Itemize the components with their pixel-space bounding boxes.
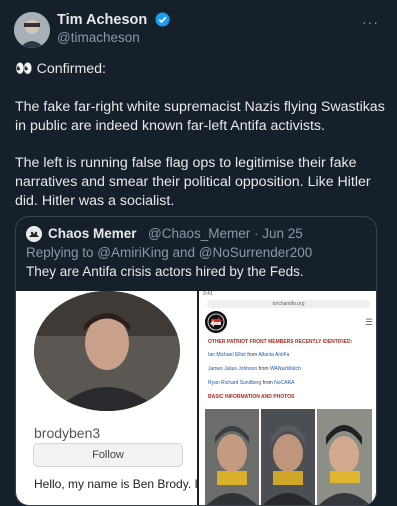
tweet-paragraph-1: 👀 Confirmed: xyxy=(15,60,387,79)
quote-author-avatar[interactable] xyxy=(26,226,42,242)
follow-button[interactable]: Follow xyxy=(33,443,183,467)
profile-photo xyxy=(34,291,180,411)
source-link[interactable]: NoCARA xyxy=(274,380,294,386)
member-name-link[interactable]: Ryan Richard Sundberg xyxy=(208,380,261,386)
more-options-icon[interactable]: ··· xyxy=(362,14,379,30)
quote-author-name[interactable]: Chaos Memer xyxy=(48,226,137,241)
tweet-line: narratives and smear their political opp… xyxy=(15,174,371,190)
verified-badge-icon xyxy=(155,12,170,27)
quote-media-left[interactable]: brodyben3 Follow Hello, my name is Ben B… xyxy=(16,291,197,505)
member-entry: Ian Michael Elliot from Atlanta AntiFa xyxy=(208,352,289,358)
author-name[interactable]: Tim Acheson xyxy=(57,12,147,28)
member-entry: James Julius Johnson from WANazWatch xyxy=(208,366,301,372)
quote-media-right[interactable]: 9:41 torchantifa.org ☰ OTHER PATRIOT FRO… xyxy=(199,291,376,505)
from-label: from xyxy=(258,366,269,372)
profile-username: brodyben3 xyxy=(34,425,101,441)
quote-replying-to[interactable]: Replying to @AmiriKing and @NoSurrender2… xyxy=(26,245,312,260)
section-heading: OTHER PATRIOT FRONT MEMBERS RECENTLY IDE… xyxy=(208,339,353,345)
tweet-paragraph-3: The left is running false flag ops to le… xyxy=(15,154,387,211)
tweet-line: 👀 Confirmed: xyxy=(15,61,106,77)
from-label: from xyxy=(262,380,273,386)
section-heading: BASIC INFORMATION AND PHOTOS xyxy=(208,394,295,400)
identified-photos xyxy=(205,409,372,505)
tweet-line: in public are indeed known far-left Anti… xyxy=(15,118,325,134)
hamburger-menu-icon[interactable]: ☰ xyxy=(365,317,373,328)
quoted-tweet[interactable]: Chaos Memer @Chaos_Memer · Jun 25 Replyi… xyxy=(15,216,377,506)
tweet-paragraph-2: The fake far-right white supremacist Naz… xyxy=(15,98,387,136)
tweet-line: The left is running false flag ops to le… xyxy=(15,155,357,171)
browser-url-bar: torchantifa.org xyxy=(207,300,370,308)
member-name-link[interactable]: James Julius Johnson xyxy=(208,366,257,372)
phone-status-time: 9:41 xyxy=(203,291,213,297)
quote-text: They are Antifa crisis actors hired by t… xyxy=(26,264,304,279)
profile-bio: Hello, my name is Ben Brody. I am xyxy=(34,477,197,491)
member-entry: Ryan Richard Sundberg from NoCARA xyxy=(208,380,294,386)
quote-meta[interactable]: @Chaos_Memer · Jun 25 xyxy=(148,226,303,241)
antifa-logo-icon xyxy=(205,311,227,333)
author-handle[interactable]: @timacheson xyxy=(57,30,140,45)
source-link[interactable]: WANazWatch xyxy=(270,366,301,372)
tweet-line: The fake far-right white supremacist Naz… xyxy=(15,99,385,115)
from-label: from xyxy=(247,352,258,358)
source-link[interactable]: Atlanta AntiFa xyxy=(258,352,289,358)
member-name-link[interactable]: Ian Michael Elliot xyxy=(208,352,246,358)
tweet-line: did. Hitler was a socialist. xyxy=(15,193,175,209)
author-avatar[interactable] xyxy=(14,12,50,48)
